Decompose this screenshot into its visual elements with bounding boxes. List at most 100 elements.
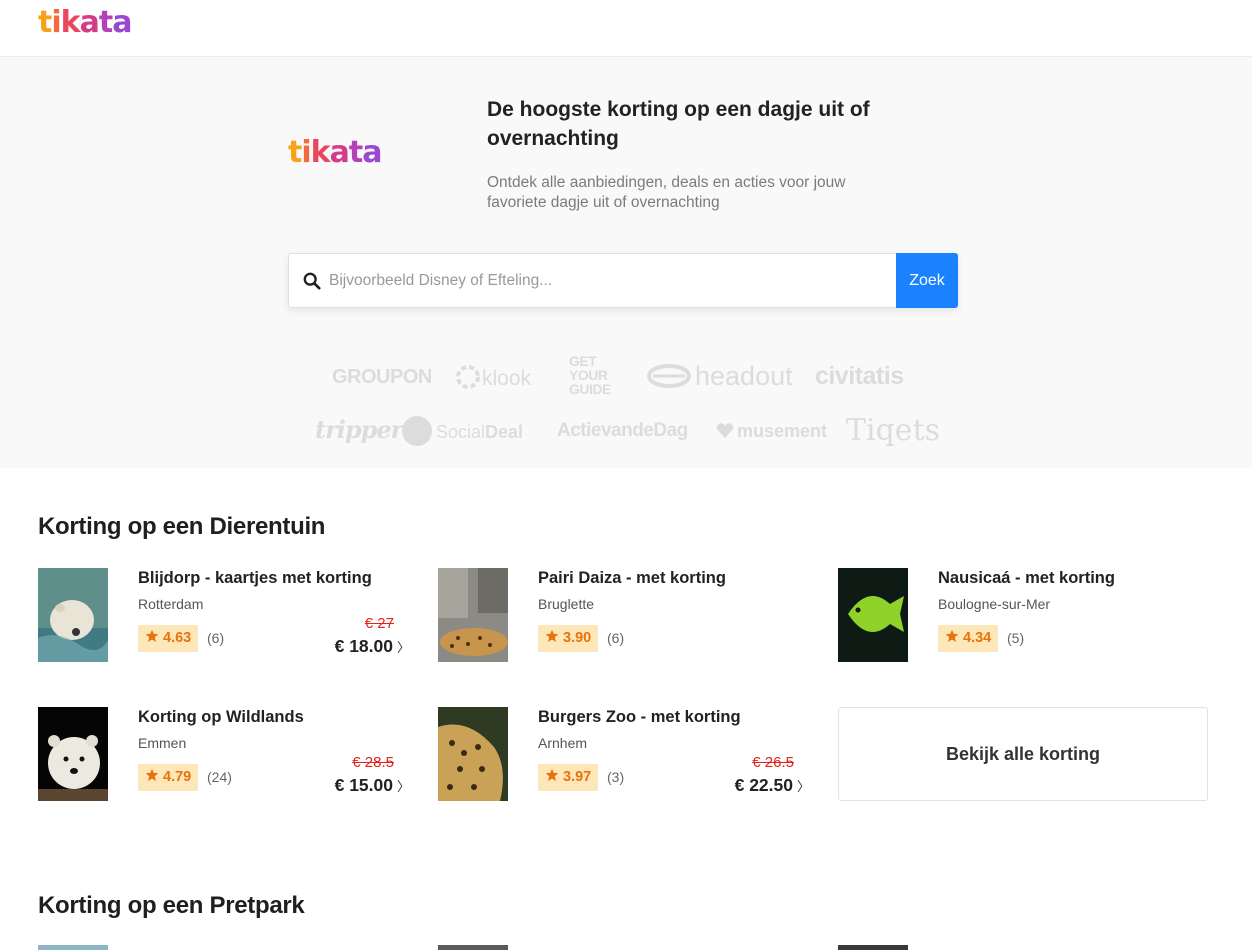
price-value: € 18.00 bbox=[334, 636, 393, 656]
rating-badge: 4.34 bbox=[938, 625, 999, 652]
deal-card[interactable]: Korting op Wildlands Emmen 4.79 (24) € 2… bbox=[38, 707, 410, 802]
card-title[interactable]: Blijdorp - kaartjes met korting bbox=[138, 569, 372, 588]
old-price: € 26.5 bbox=[752, 754, 794, 771]
rating-value: 4.34 bbox=[963, 630, 992, 646]
card-city: Bruglette bbox=[538, 596, 595, 612]
logo-letter: k bbox=[60, 5, 81, 40]
chevron-right-icon: 〉 bbox=[796, 779, 810, 794]
partner-label-line: GET bbox=[569, 353, 597, 369]
partner-label: Social bbox=[436, 421, 486, 442]
star-icon bbox=[945, 629, 959, 642]
old-price: € 27 bbox=[364, 615, 394, 632]
price-value: € 22.50 bbox=[734, 775, 793, 795]
section-title-dierentuin: Korting op een Dierentuin bbox=[38, 513, 326, 540]
logo-letter: a bbox=[362, 135, 382, 170]
card-title[interactable]: Nausicaá - met korting bbox=[938, 569, 1115, 588]
leopard-resting-image bbox=[438, 568, 508, 662]
partner-actievandedag-logo: ActievandeDag bbox=[557, 420, 688, 441]
card-title[interactable]: Korting op Wildlands bbox=[138, 708, 304, 727]
logo-letter: t bbox=[348, 135, 363, 170]
star-icon bbox=[545, 629, 559, 642]
review-count: (6) bbox=[607, 630, 625, 646]
review-count: (5) bbox=[1007, 630, 1025, 646]
review-count: (6) bbox=[207, 630, 225, 646]
yellow-tang-fish-image bbox=[838, 568, 908, 662]
review-count: (3) bbox=[607, 769, 625, 785]
deal-card[interactable]: Nausicaá - met korting Boulogne-sur-Mer … bbox=[838, 568, 1210, 663]
hero-subtitle: Ontdek alle aanbiedingen, deals en actie… bbox=[487, 174, 846, 211]
partner-label: klook bbox=[482, 367, 532, 390]
rating-badge: 4.79 bbox=[138, 764, 199, 791]
logo-letter: t bbox=[38, 5, 52, 40]
card-title[interactable]: Burgers Zoo - met korting bbox=[538, 708, 741, 727]
klook-icon bbox=[456, 365, 480, 389]
star-icon bbox=[145, 629, 159, 642]
search-bar: Zoek bbox=[288, 253, 958, 308]
hero-section: tikata De hoogste korting op een dagje u… bbox=[0, 57, 1252, 468]
headout-icon bbox=[647, 364, 691, 388]
partner-socialdeal-logo: SocialDeal bbox=[402, 416, 524, 448]
logo-letter: a bbox=[329, 135, 350, 170]
card-city: Boulogne-sur-Mer bbox=[938, 596, 1051, 612]
partner-getyourguide-logo: GET YOUR GUIDE bbox=[569, 354, 625, 396]
partner-musement-logo: musement bbox=[716, 421, 827, 442]
socialdeal-icon bbox=[402, 416, 432, 446]
card-title[interactable]: Pairi Daiza - met korting bbox=[538, 569, 726, 588]
logo-letter: a bbox=[79, 5, 100, 40]
chevron-right-icon: 〉 bbox=[396, 640, 410, 655]
partner-label: Deal bbox=[485, 421, 524, 442]
hero-title: De hoogste korting op een dagje uit of o… bbox=[487, 98, 870, 150]
partner-label: musement bbox=[737, 421, 828, 441]
rating-value: 3.97 bbox=[563, 769, 592, 785]
logo-letter: t bbox=[288, 135, 302, 170]
new-price: € 15.00 〉 bbox=[270, 775, 410, 796]
partner-label-line: GUIDE bbox=[569, 381, 611, 397]
rating-badge: 3.97 bbox=[538, 764, 599, 791]
polar-bear-cub-image bbox=[38, 707, 108, 801]
price-value: € 15.00 bbox=[334, 775, 393, 795]
new-price: € 18.00 〉 bbox=[270, 636, 410, 657]
card-image-peek bbox=[838, 945, 908, 950]
musement-icon bbox=[716, 423, 734, 438]
top-header: tikata bbox=[0, 0, 1252, 57]
rating-badge: 4.63 bbox=[138, 625, 199, 652]
search-icon bbox=[303, 272, 321, 290]
deal-card[interactable]: Pairi Daiza - met korting Bruglette 3.90… bbox=[438, 568, 810, 663]
review-count: (24) bbox=[207, 769, 232, 785]
star-icon bbox=[545, 768, 559, 781]
card-image-peek bbox=[438, 945, 508, 950]
card-city: Emmen bbox=[138, 735, 187, 751]
chevron-right-icon: 〉 bbox=[396, 779, 410, 794]
partner-tripper-logo: tripper bbox=[315, 415, 403, 444]
logo-letter: i bbox=[51, 5, 61, 40]
rating-badge: 3.90 bbox=[538, 625, 599, 652]
partner-headout-logo: headout bbox=[647, 361, 793, 392]
card-image-peek bbox=[38, 945, 108, 950]
partner-tiqets-logo: Tiqets bbox=[846, 413, 941, 448]
logo-letter: i bbox=[301, 135, 311, 170]
partner-civitatis-logo: civitatis bbox=[815, 362, 904, 390]
rating-value: 4.63 bbox=[163, 630, 192, 646]
new-price: € 22.50 〉 bbox=[670, 775, 810, 796]
section-title-pretpark: Korting op een Pretpark bbox=[38, 892, 305, 919]
jaguar-image bbox=[438, 707, 508, 801]
card-city: Rotterdam bbox=[138, 596, 204, 612]
logo-letter: k bbox=[310, 135, 331, 170]
deal-card[interactable]: Burgers Zoo - met korting Arnhem 3.97 (3… bbox=[438, 707, 810, 802]
logo-letter: t bbox=[98, 5, 113, 40]
logo-letter: a bbox=[112, 5, 132, 40]
search-button[interactable]: Zoek bbox=[896, 253, 958, 308]
partner-label: headout bbox=[695, 361, 793, 391]
rating-value: 4.79 bbox=[163, 769, 192, 785]
polar-bear-swimming-image bbox=[38, 568, 108, 662]
partner-klook-logo: klook bbox=[456, 365, 531, 391]
view-all-deals-button[interactable]: Bekijk alle korting bbox=[838, 707, 1208, 801]
tikata-logo-link[interactable]: tikata bbox=[38, 5, 132, 40]
search-input[interactable] bbox=[329, 254, 889, 307]
hero-logo: tikata bbox=[288, 135, 382, 170]
partner-label-line: YOUR bbox=[569, 367, 608, 383]
rating-value: 3.90 bbox=[563, 630, 592, 646]
partner-groupon-logo: GROUPON bbox=[332, 366, 432, 388]
old-price: € 28.5 bbox=[352, 754, 394, 771]
deal-card[interactable]: Blijdorp - kaartjes met korting Rotterda… bbox=[38, 568, 410, 663]
